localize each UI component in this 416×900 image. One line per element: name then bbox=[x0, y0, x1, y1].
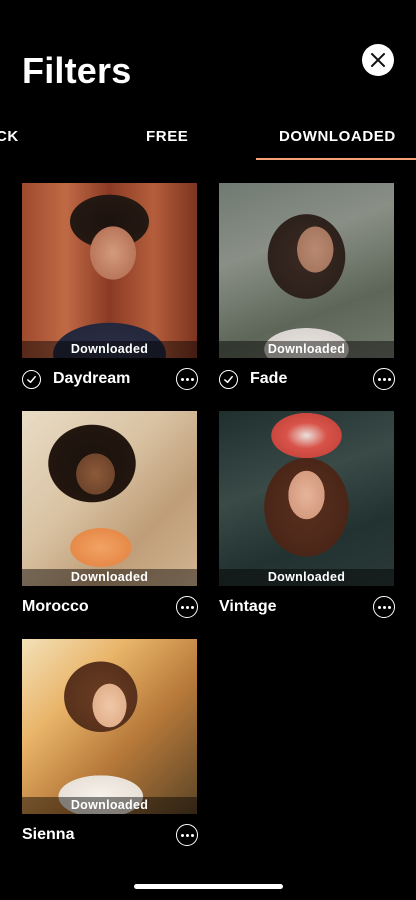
filter-thumbnail[interactable]: Downloaded bbox=[22, 639, 197, 814]
filter-card-vintage[interactable]: Downloaded Vintage bbox=[219, 411, 395, 623]
filter-thumbnail[interactable]: Downloaded bbox=[219, 183, 394, 358]
close-button[interactable] bbox=[362, 44, 394, 76]
tab-downloaded[interactable]: DOWNLOADED bbox=[279, 128, 396, 145]
downloaded-badge: Downloaded bbox=[22, 797, 197, 814]
check-icon[interactable] bbox=[22, 370, 41, 389]
filter-preview-image bbox=[22, 183, 197, 358]
filter-thumbnail[interactable]: Downloaded bbox=[22, 411, 197, 586]
tab-previous[interactable]: CK bbox=[0, 128, 19, 145]
filter-name: Sienna bbox=[22, 826, 75, 843]
more-options-button[interactable] bbox=[373, 596, 395, 618]
filter-card-morocco[interactable]: Downloaded Morocco bbox=[22, 411, 198, 623]
downloaded-badge: Downloaded bbox=[219, 341, 394, 358]
close-icon bbox=[371, 53, 385, 67]
filter-thumbnail[interactable]: Downloaded bbox=[22, 183, 197, 358]
filter-name: Daydream bbox=[53, 370, 131, 387]
filter-name: Morocco bbox=[22, 598, 89, 615]
more-options-button[interactable] bbox=[176, 596, 198, 618]
home-indicator bbox=[134, 884, 283, 889]
filter-thumbnail[interactable]: Downloaded bbox=[219, 411, 394, 586]
more-options-button[interactable] bbox=[373, 368, 395, 390]
filter-preview-image bbox=[22, 639, 197, 814]
downloaded-badge: Downloaded bbox=[22, 569, 197, 586]
filter-card-fade[interactable]: Downloaded Fade bbox=[219, 183, 395, 395]
filter-card-daydream[interactable]: Downloaded Daydream bbox=[22, 183, 198, 395]
filter-preview-image bbox=[219, 411, 394, 586]
check-icon[interactable] bbox=[219, 370, 238, 389]
filter-preview-image bbox=[22, 411, 197, 586]
filter-name: Vintage bbox=[219, 598, 277, 615]
filter-name: Fade bbox=[250, 370, 288, 387]
tab-free[interactable]: FREE bbox=[146, 128, 188, 145]
more-options-button[interactable] bbox=[176, 368, 198, 390]
active-tab-indicator bbox=[256, 158, 416, 160]
filter-tabs: CK FREE DOWNLOADED bbox=[0, 122, 416, 162]
filter-card-sienna[interactable]: Downloaded Sienna bbox=[22, 639, 198, 851]
downloaded-badge: Downloaded bbox=[22, 341, 197, 358]
page-title: Filters bbox=[22, 50, 132, 91]
more-options-button[interactable] bbox=[176, 824, 198, 846]
downloaded-badge: Downloaded bbox=[219, 569, 394, 586]
filter-preview-image bbox=[219, 183, 394, 358]
